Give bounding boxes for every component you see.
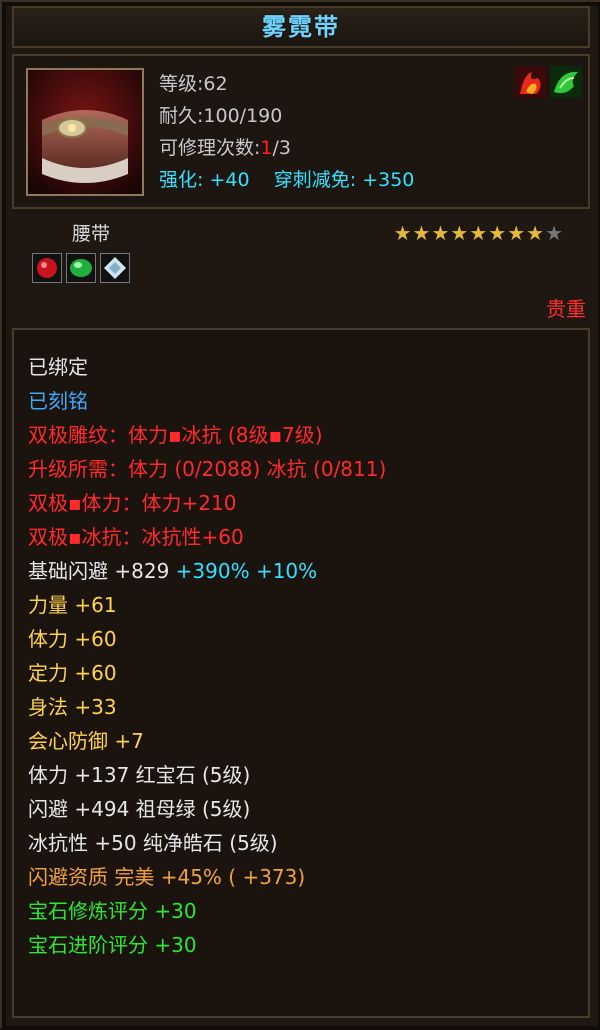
attribute-text: 会心防御 +7 bbox=[28, 729, 144, 753]
wood-element-icon[interactable] bbox=[550, 66, 582, 98]
star-rating: ★★★★★★★★★ bbox=[394, 221, 564, 245]
attribute-line: 已绑定 bbox=[28, 350, 386, 384]
attribute-line: 体力 +60 bbox=[28, 622, 386, 656]
item-type-label: 腰带 bbox=[72, 223, 111, 245]
gem-slots bbox=[32, 253, 134, 285]
attribute-line: 会心防御 +7 bbox=[28, 724, 386, 758]
star-filled-icon: ★ bbox=[507, 221, 527, 245]
attribute-text: +390% +10% bbox=[175, 559, 318, 583]
star-empty-icon: ★ bbox=[545, 221, 564, 245]
enhance-line: 强化: +40 穿刺减免: +350 bbox=[159, 164, 414, 196]
attribute-text: 已绑定 bbox=[28, 355, 88, 379]
attribute-line: 双极▪冰抗：冰抗性+60 bbox=[28, 520, 386, 554]
pierce-value: +350 bbox=[362, 169, 415, 191]
attribute-text: 基础闪避 +829 bbox=[28, 559, 176, 583]
attribute-line: 定力 +60 bbox=[28, 656, 386, 690]
attribute-text: 定力 +60 bbox=[28, 661, 117, 685]
item-type-panel: 腰带 ★★★★★★★★★ 贵重 bbox=[12, 213, 590, 326]
attribute-text: 宝石修炼评分 +30 bbox=[28, 899, 197, 923]
durability-value: 100/190 bbox=[203, 105, 283, 127]
star-filled-icon: ★ bbox=[431, 221, 451, 245]
attribute-line: 冰抗性 +50 纯净皓石 (5级) bbox=[28, 826, 386, 860]
attribute-text: 身法 +33 bbox=[28, 695, 117, 719]
star-filled-icon: ★ bbox=[412, 221, 432, 245]
attribute-text: 闪避资质 完美 +45% ( +373) bbox=[28, 865, 306, 889]
attribute-line: 闪避资质 完美 +45% ( +373) bbox=[28, 860, 386, 894]
rarity-label: 贵重 bbox=[546, 297, 586, 321]
attribute-text: 升级所需：体力 (0/2088) 冰抗 (0/811) bbox=[28, 457, 387, 481]
attribute-panel: 已绑定已刻铭双极雕纹：体力▪冰抗 (8级▪7级) 升级所需：体力 (0/2088)… bbox=[12, 328, 590, 1018]
attribute-text: 已刻铭 bbox=[28, 389, 88, 413]
attribute-text: 双极雕纹：体力▪冰抗 (8级▪7级) bbox=[28, 423, 323, 447]
attribute-line: 升级所需：体力 (0/2088) 冰抗 (0/811) bbox=[28, 452, 386, 486]
element-icons bbox=[515, 66, 582, 98]
star-filled-icon: ★ bbox=[488, 221, 508, 245]
repair-label: 可修理次数: bbox=[159, 137, 261, 159]
attribute-list: 已绑定已刻铭双极雕纹：体力▪冰抗 (8级▪7级) 升级所需：体力 (0/2088)… bbox=[28, 350, 386, 962]
attribute-text: 力量 +61 bbox=[28, 593, 117, 617]
ruby-gem-icon[interactable] bbox=[32, 253, 62, 283]
item-header-panel: 等级:62 耐久:100/190 可修理次数:1/3 强化: +40 穿刺减免:… bbox=[12, 54, 590, 209]
attribute-text: 体力 +60 bbox=[28, 627, 117, 651]
attribute-line: 力量 +61 bbox=[28, 588, 386, 622]
attribute-line: 身法 +33 bbox=[28, 690, 386, 724]
attribute-text: 双极▪冰抗：冰抗性+60 bbox=[28, 525, 244, 549]
attribute-line: 闪避 +494 祖母绿 (5级) bbox=[28, 792, 386, 826]
fire-element-icon[interactable] bbox=[515, 66, 547, 98]
attribute-text: 冰抗性 +50 纯净皓石 (5级) bbox=[28, 831, 278, 855]
enhance-label: 强化: bbox=[159, 169, 204, 191]
repair-total: /3 bbox=[272, 137, 292, 159]
item-icon-frame[interactable] bbox=[26, 68, 144, 196]
diamond-gem-icon[interactable] bbox=[100, 253, 130, 283]
attribute-line: 基础闪避 +829 +390% +10% bbox=[28, 554, 386, 588]
item-name: 雾霓带 bbox=[12, 6, 590, 48]
belt-icon bbox=[28, 70, 142, 194]
emerald-gem-icon[interactable] bbox=[66, 253, 96, 283]
attribute-text: 体力 +137 红宝石 (5级) bbox=[28, 763, 251, 787]
repair-line: 可修理次数:1/3 bbox=[159, 132, 414, 164]
star-filled-icon: ★ bbox=[450, 221, 470, 245]
attribute-line: 宝石进阶评分 +30 bbox=[28, 928, 386, 962]
attribute-text: 双极▪体力：体力+210 bbox=[28, 491, 237, 515]
attribute-line: 双极雕纹：体力▪冰抗 (8级▪7级) bbox=[28, 418, 386, 452]
enhance-value: +40 bbox=[209, 169, 250, 191]
attribute-text: 闪避 +494 祖母绿 (5级) bbox=[28, 797, 251, 821]
level-line: 等级:62 bbox=[159, 73, 228, 95]
attribute-text: 宝石进阶评分 +30 bbox=[28, 933, 197, 957]
repair-used: 1 bbox=[260, 137, 273, 159]
attribute-line: 双极▪体力：体力+210 bbox=[28, 486, 386, 520]
star-filled-icon: ★ bbox=[393, 221, 413, 245]
attribute-line: 宝石修炼评分 +30 bbox=[28, 894, 386, 928]
attribute-line: 已刻铭 bbox=[28, 384, 386, 418]
item-basic-stats: 等级:62 耐久:100/190 可修理次数:1/3 强化: +40 穿刺减免:… bbox=[159, 68, 414, 196]
pierce-label: 穿刺减免: bbox=[273, 169, 357, 191]
durability-line: 耐久:100/190 bbox=[159, 100, 414, 132]
attribute-line: 体力 +137 红宝石 (5级) bbox=[28, 758, 386, 792]
star-filled-icon: ★ bbox=[469, 221, 489, 245]
star-filled-icon: ★ bbox=[526, 221, 546, 245]
durability-label: 耐久: bbox=[159, 105, 204, 127]
item-tooltip: 雾霓带 等级:62 耐久:100/190 可修理次数:1/3 强化: +40 穿… bbox=[0, 0, 600, 1028]
